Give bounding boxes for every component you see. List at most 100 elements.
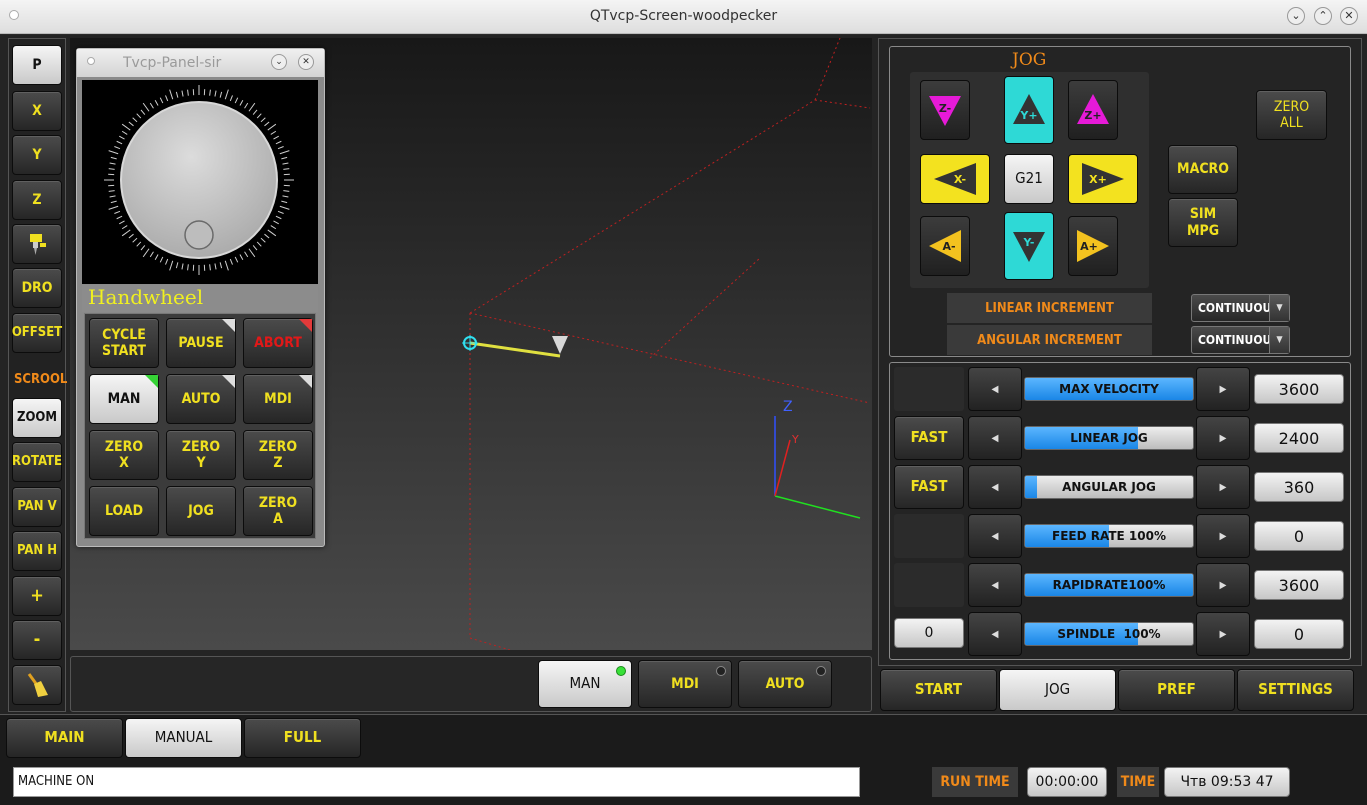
fast-button[interactable]: FAST	[894, 465, 964, 509]
mode-auto-button[interactable]: AUTO	[738, 660, 832, 708]
handwheel-dial[interactable]	[82, 80, 318, 284]
linear-increment-select[interactable]: CONTINUOUS ▼	[1191, 294, 1290, 322]
maximize-icon[interactable]: ⌃	[1314, 7, 1332, 25]
panel-auto-button[interactable]: AUTO	[166, 374, 236, 424]
rate-slider[interactable]: ANGULAR JOG	[1024, 475, 1194, 499]
decrease-arrow-icon[interactable]: ◀	[968, 416, 1022, 460]
jog-y-minus-button[interactable]: Y-	[1004, 212, 1054, 280]
sim-mpg-button[interactable]: SIM MPG	[1168, 198, 1238, 247]
rate-slider[interactable]: FEED RATE 100%	[1024, 524, 1194, 548]
close-icon[interactable]: ✕	[1340, 7, 1358, 25]
dial-tick	[142, 248, 150, 258]
dial-tick	[108, 205, 119, 210]
tab-main[interactable]: MAIN	[6, 718, 123, 758]
linear-increment-value: CONTINUOUS	[1198, 301, 1280, 315]
zoom-button[interactable]: ZOOM	[12, 398, 62, 438]
dial-tick	[244, 251, 249, 258]
jog-z-plus-button[interactable]: Z+	[1068, 80, 1118, 140]
zero-z-button[interactable]: ZERO Z	[243, 430, 313, 480]
dial-tick	[109, 195, 116, 198]
clear-button[interactable]	[12, 665, 62, 705]
view-z-button[interactable]: Z	[12, 180, 62, 220]
panel-title: Tvcp-Panel-sir	[123, 55, 222, 71]
pan-h-button[interactable]: PAN H	[12, 531, 62, 571]
dial-tick	[214, 263, 217, 270]
dial-tick	[165, 258, 169, 265]
panel-minimize-icon[interactable]: ⌄	[271, 54, 287, 70]
panel-close-icon[interactable]: ✕	[298, 54, 314, 70]
rate-side-empty	[894, 563, 964, 607]
minimize-icon[interactable]: ⌄	[1287, 7, 1305, 25]
dial-tick	[244, 102, 249, 109]
pause-button-label: PAUSE	[178, 334, 224, 351]
zoom-in-button[interactable]: +	[12, 576, 62, 616]
macro-button[interactable]: MACRO	[1168, 145, 1238, 194]
zero-all-button[interactable]: ZERO ALL	[1256, 90, 1327, 140]
rate-slider[interactable]: LINEAR JOG	[1024, 426, 1194, 450]
decrease-arrow-icon[interactable]: ◀	[968, 465, 1022, 509]
view-p-button[interactable]: P	[12, 45, 62, 85]
dial-tick	[187, 89, 189, 96]
dial-tick	[121, 229, 131, 237]
rate-slider[interactable]: MAX VELOCITY	[1024, 377, 1194, 401]
mode-man-button[interactable]: MAN	[538, 660, 632, 708]
zero-x-button[interactable]: ZERO X	[89, 430, 159, 480]
decrease-arrow-icon[interactable]: ◀	[968, 563, 1022, 607]
jog-a-minus-button[interactable]: A-	[920, 216, 970, 276]
angular-increment-select[interactable]: CONTINUOUS ▼	[1191, 326, 1290, 354]
view-y-button[interactable]: Y	[12, 135, 62, 175]
load-button[interactable]: LOAD	[89, 486, 159, 536]
jog-button[interactable]: JOG	[166, 486, 236, 536]
jog-a-plus-button[interactable]: A+	[1068, 216, 1118, 276]
dial-tick	[260, 117, 266, 123]
pause-button[interactable]: PAUSE	[166, 318, 236, 368]
increase-arrow-icon[interactable]: ▶	[1196, 563, 1250, 607]
jog-z-minus-button[interactable]: Z-	[920, 80, 970, 140]
increase-arrow-icon[interactable]: ▶	[1196, 416, 1250, 460]
rate-slider[interactable]: RAPIDRATE100%	[1024, 573, 1194, 597]
view-x-button[interactable]: X	[12, 91, 62, 131]
dial-tick	[248, 248, 256, 258]
dial-tick	[229, 95, 233, 102]
tab-jog[interactable]: JOG	[999, 669, 1116, 711]
pan-v-button[interactable]: PAN V	[12, 487, 62, 527]
g21-units-button[interactable]: G21	[1004, 154, 1054, 204]
abort-button[interactable]: ABORT	[243, 318, 313, 368]
cycle-start-button[interactable]: CYCLE START	[89, 318, 159, 368]
run-time-label: RUN TIME	[932, 767, 1018, 797]
offset-button[interactable]: OFFSET	[12, 313, 62, 353]
rotate-button[interactable]: ROTATE	[12, 442, 62, 482]
decrease-arrow-icon[interactable]: ◀	[968, 367, 1022, 411]
decrease-arrow-icon[interactable]: ◀	[968, 612, 1022, 656]
zoom-out-button[interactable]: -	[12, 620, 62, 660]
panel-man-button[interactable]: MAN	[89, 374, 159, 424]
rate-label: FEED RATE 100%	[1052, 529, 1166, 543]
tool-view-button[interactable]	[12, 224, 62, 264]
increase-arrow-icon[interactable]: ▶	[1196, 367, 1250, 411]
tab-manual[interactable]: MANUAL	[125, 718, 242, 758]
jog-x-plus-button[interactable]: X+	[1068, 154, 1138, 204]
jog-y-plus-button[interactable]: Y+	[1004, 76, 1054, 144]
increase-arrow-icon[interactable]: ▶	[1196, 514, 1250, 558]
dial-tick	[281, 156, 288, 160]
dro-button[interactable]: DRO	[12, 268, 62, 308]
rate-slider[interactable]: SPINDLE 100%	[1024, 622, 1194, 646]
zero-a-button[interactable]: ZERO A	[243, 486, 313, 536]
decrease-arrow-icon[interactable]: ◀	[968, 514, 1022, 558]
jog-x-minus-button[interactable]: X-	[920, 154, 990, 204]
dial-tick	[279, 205, 290, 210]
mode-mdi-button[interactable]: MDI	[638, 660, 732, 708]
zero-y-button[interactable]: ZERO Y	[166, 430, 236, 480]
rate-label: LINEAR JOG	[1070, 431, 1148, 445]
panel-menu-dot[interactable]	[87, 57, 95, 65]
tab-pref[interactable]: PREF	[1118, 669, 1235, 711]
rate-value: 0	[1254, 521, 1344, 551]
tab-settings[interactable]: SETTINGS	[1237, 669, 1354, 711]
panel-mdi-button[interactable]: MDI	[243, 374, 313, 424]
increase-arrow-icon[interactable]: ▶	[1196, 612, 1250, 656]
tab-full[interactable]: FULL	[244, 718, 361, 758]
panel-window: Tvcp-Panel-sir ⌄ ✕ Handwheel CYCLE START…	[76, 48, 325, 547]
increase-arrow-icon[interactable]: ▶	[1196, 465, 1250, 509]
fast-button[interactable]: FAST	[894, 416, 964, 460]
tab-start[interactable]: START	[880, 669, 997, 711]
